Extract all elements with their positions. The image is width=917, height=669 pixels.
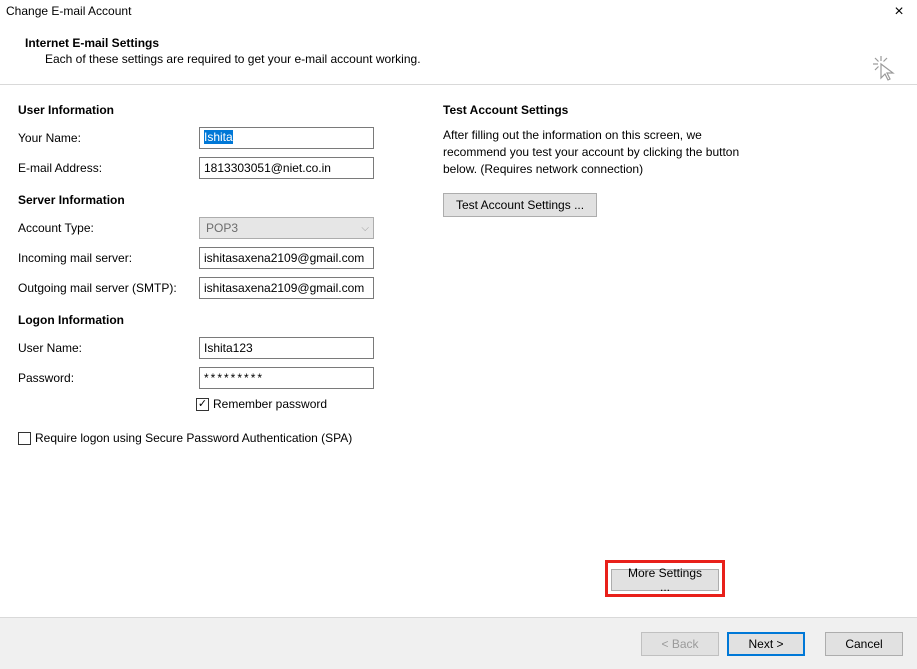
- test-account-settings-button[interactable]: Test Account Settings ...: [443, 193, 597, 217]
- chevron-down-icon: ⌵: [361, 223, 369, 234]
- your-name-field[interactable]: Ishita: [199, 127, 374, 149]
- row-email: E-mail Address:: [18, 157, 423, 179]
- your-name-value: Ishita: [204, 130, 233, 144]
- cancel-button[interactable]: Cancel: [825, 632, 903, 656]
- wizard-header-title: Internet E-mail Settings: [25, 36, 917, 50]
- incoming-server-field[interactable]: [199, 247, 374, 269]
- section-logon-info: Logon Information: [18, 313, 423, 327]
- label-account-type: Account Type:: [18, 221, 199, 235]
- form-body: User Information Your Name: Ishita E-mai…: [0, 85, 917, 445]
- email-field[interactable]: [199, 157, 374, 179]
- section-test-settings: Test Account Settings: [443, 103, 859, 117]
- outgoing-server-field[interactable]: [199, 277, 374, 299]
- section-user-info: User Information: [18, 103, 423, 117]
- next-button[interactable]: Next >: [727, 632, 805, 656]
- window-titlebar: Change E-mail Account ×: [0, 0, 917, 24]
- cursor-icon: [871, 54, 899, 85]
- label-remember-password: Remember password: [213, 397, 327, 411]
- left-column: User Information Your Name: Ishita E-mai…: [18, 103, 423, 445]
- section-server-info: Server Information: [18, 193, 423, 207]
- wizard-header: Internet E-mail Settings Each of these s…: [0, 24, 917, 84]
- wizard-header-subtitle: Each of these settings are required to g…: [25, 52, 917, 66]
- label-username: User Name:: [18, 341, 199, 355]
- label-incoming: Incoming mail server:: [18, 251, 199, 265]
- account-type-select: POP3 ⌵: [199, 217, 374, 239]
- row-your-name: Your Name: Ishita: [18, 127, 423, 149]
- label-email: E-mail Address:: [18, 161, 199, 175]
- row-remember-password[interactable]: ✓ Remember password: [196, 397, 423, 411]
- remember-password-checkbox[interactable]: ✓: [196, 398, 209, 411]
- window-title: Change E-mail Account: [6, 4, 131, 18]
- label-require-spa: Require logon using Secure Password Auth…: [35, 431, 352, 445]
- row-account-type: Account Type: POP3 ⌵: [18, 217, 423, 239]
- row-username: User Name:: [18, 337, 423, 359]
- row-require-spa[interactable]: Require logon using Secure Password Auth…: [18, 431, 423, 445]
- label-your-name: Your Name:: [18, 131, 199, 145]
- label-password: Password:: [18, 371, 199, 385]
- more-settings-button[interactable]: More Settings ...: [611, 569, 719, 591]
- username-field[interactable]: [199, 337, 374, 359]
- close-icon[interactable]: ×: [887, 4, 911, 20]
- right-column: Test Account Settings After filling out …: [443, 103, 899, 445]
- wizard-footer: < Back Next > Cancel: [0, 617, 917, 669]
- account-type-value: POP3: [206, 221, 238, 235]
- row-incoming: Incoming mail server:: [18, 247, 423, 269]
- require-spa-checkbox[interactable]: [18, 432, 31, 445]
- row-password: Password:: [18, 367, 423, 389]
- password-field[interactable]: [199, 367, 374, 389]
- more-settings-highlight: More Settings ...: [605, 560, 725, 597]
- row-outgoing: Outgoing mail server (SMTP):: [18, 277, 423, 299]
- back-button: < Back: [641, 632, 719, 656]
- label-outgoing: Outgoing mail server (SMTP):: [18, 281, 199, 295]
- test-settings-description: After filling out the information on thi…: [443, 127, 763, 177]
